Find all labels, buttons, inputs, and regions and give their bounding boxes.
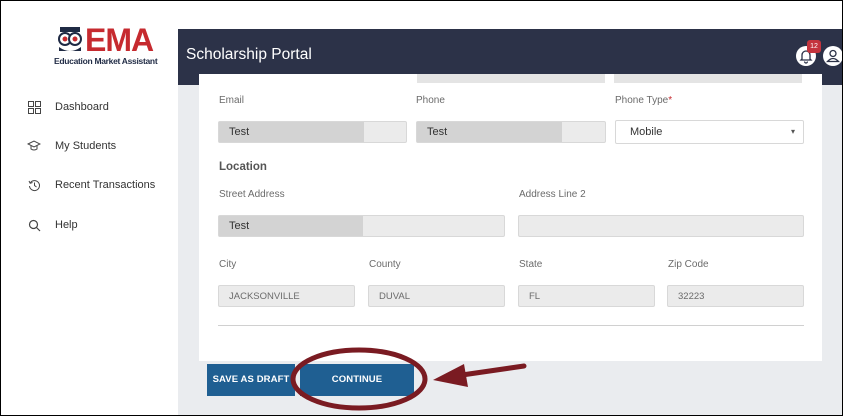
address-line-2-field[interactable] bbox=[518, 215, 804, 237]
sidebar-item-label: Recent Transactions bbox=[55, 179, 156, 191]
save-as-draft-button[interactable]: SAVE AS DRAFT bbox=[207, 364, 295, 396]
search-icon bbox=[27, 218, 41, 232]
county-field[interactable]: DUVAL bbox=[368, 285, 505, 307]
street-address-value: Test bbox=[229, 220, 250, 232]
history-icon bbox=[27, 178, 41, 192]
form-divider bbox=[218, 325, 804, 326]
phone-type-label-text: Phone Type bbox=[615, 95, 669, 106]
notification-count-badge: 12 bbox=[807, 40, 821, 53]
continue-button[interactable]: CONTINUE bbox=[300, 364, 414, 396]
email-field[interactable]: Test bbox=[218, 121, 407, 143]
zip-code-value: 32223 bbox=[678, 291, 705, 302]
sidebar-item-dashboard[interactable]: Dashboard bbox=[27, 96, 109, 118]
phone-type-value: Mobile bbox=[630, 126, 663, 138]
graduation-cap-icon bbox=[27, 139, 41, 153]
location-section-title: Location bbox=[219, 161, 267, 173]
sidebar-item-my-students[interactable]: My Students bbox=[27, 135, 116, 157]
sidebar-item-label: Dashboard bbox=[55, 101, 109, 113]
state-label: State bbox=[519, 259, 543, 270]
street-address-label: Street Address bbox=[219, 189, 285, 200]
app-logo[interactable]: EMA Education Market Assistant bbox=[53, 22, 158, 87]
email-label: Email bbox=[219, 95, 245, 106]
logo-subtitle: Education Market Assistant bbox=[54, 56, 158, 66]
sidebar: EMA Education Market Assistant Dashboard… bbox=[1, 1, 179, 415]
city-value: JACKSONVILLE bbox=[229, 291, 300, 302]
city-label: City bbox=[219, 259, 237, 270]
sidebar-item-label: Help bbox=[55, 219, 78, 231]
zip-code-field[interactable]: 32223 bbox=[667, 285, 804, 307]
page-title: Scholarship Portal bbox=[186, 46, 312, 63]
dashboard-grid-icon bbox=[27, 100, 41, 114]
state-field[interactable]: FL bbox=[518, 285, 655, 307]
chevron-down-icon: ▾ bbox=[790, 127, 795, 136]
address-line-2-label: Address Line 2 bbox=[519, 189, 586, 200]
logo-emblem-icon bbox=[58, 27, 82, 51]
zip-code-label: Zip Code bbox=[668, 259, 709, 270]
sidebar-item-label: My Students bbox=[55, 140, 117, 152]
previous-field-stub bbox=[614, 74, 802, 83]
phone-type-label: Phone Type* bbox=[615, 95, 672, 106]
sidebar-item-help[interactable]: Help bbox=[27, 214, 78, 236]
state-value: FL bbox=[529, 291, 541, 302]
previous-field-stub bbox=[417, 74, 605, 83]
phone-type-select[interactable]: Mobile ▾ bbox=[615, 120, 804, 144]
phone-label: Phone bbox=[416, 95, 445, 106]
sidebar-item-recent-transactions[interactable]: Recent Transactions bbox=[27, 174, 155, 196]
county-value: DUVAL bbox=[379, 291, 410, 302]
phone-value: Test bbox=[427, 126, 448, 138]
email-value: Test bbox=[229, 126, 250, 138]
user-menu-button[interactable] bbox=[823, 46, 843, 66]
street-address-field[interactable]: Test bbox=[218, 215, 505, 237]
required-marker: * bbox=[668, 95, 673, 106]
user-icon bbox=[826, 49, 840, 63]
phone-field[interactable]: Test bbox=[416, 121, 606, 143]
city-field[interactable]: JACKSONVILLE bbox=[218, 285, 355, 307]
logo-wordmark: EMA bbox=[85, 22, 154, 58]
county-label: County bbox=[369, 259, 401, 270]
